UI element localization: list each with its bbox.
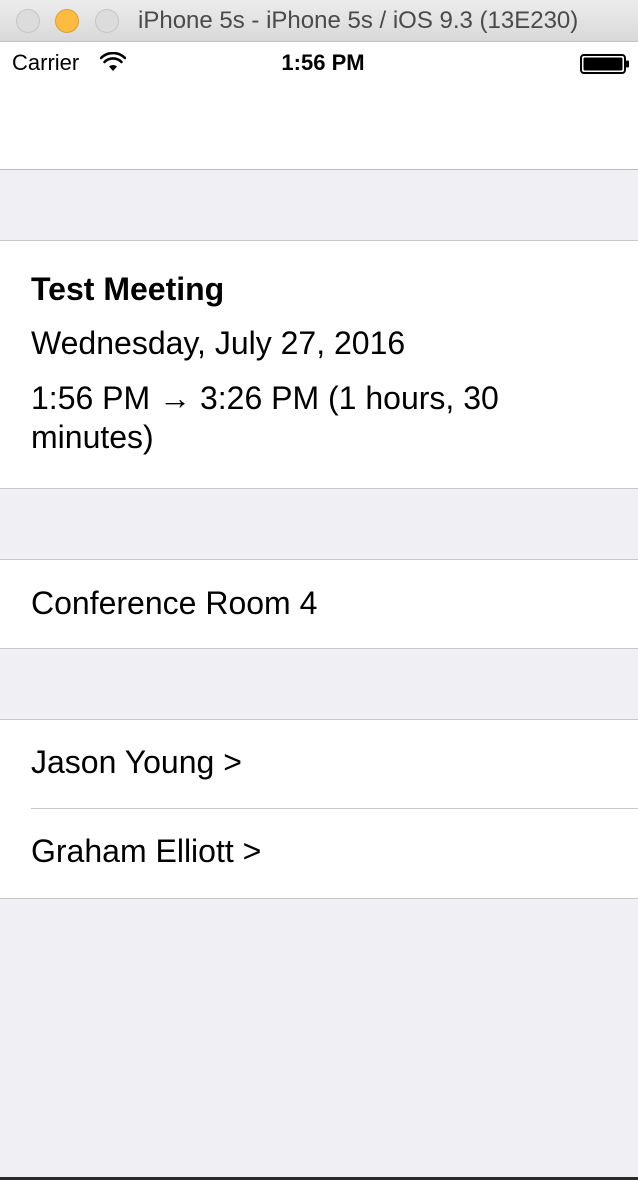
attendees-section: Jason Young > Graham Elliott >: [0, 719, 638, 899]
window-title: iPhone 5s - iPhone 5s / iOS 9.3 (13E230): [138, 7, 579, 34]
event-location: Conference Room 4: [31, 585, 318, 621]
location-section: Conference Room 4: [0, 559, 638, 649]
attendee-row[interactable]: Jason Young >: [0, 720, 638, 809]
event-date: Wednesday, July 27, 2016: [31, 325, 406, 361]
minimize-window-button[interactable]: [55, 9, 79, 33]
navigation-bar: [0, 82, 638, 170]
status-bar: Carrier 1:56 PM: [0, 42, 638, 82]
battery-icon: [580, 54, 629, 74]
status-time: 1:56 PM: [281, 50, 365, 75]
window-title-bar: iPhone 5s - iPhone 5s / iOS 9.3 (13E230): [0, 0, 638, 42]
attendee-name: Graham Elliott >: [31, 833, 262, 869]
event-title: Test Meeting: [31, 271, 225, 307]
zoom-window-button[interactable]: [95, 9, 119, 33]
close-window-button[interactable]: [16, 9, 40, 33]
attendee-row[interactable]: Graham Elliott >: [0, 809, 638, 898]
event-time-range: 1:56 PM → 3:26 PM (1 hours, 30 minutes): [31, 380, 499, 455]
simulator-window: iPhone 5s - iPhone 5s / iOS 9.3 (13E230)…: [0, 0, 638, 1180]
event-details-section: Test Meeting Wednesday, July 27, 2016 1:…: [0, 240, 638, 489]
attendee-name: Jason Young >: [31, 744, 242, 780]
